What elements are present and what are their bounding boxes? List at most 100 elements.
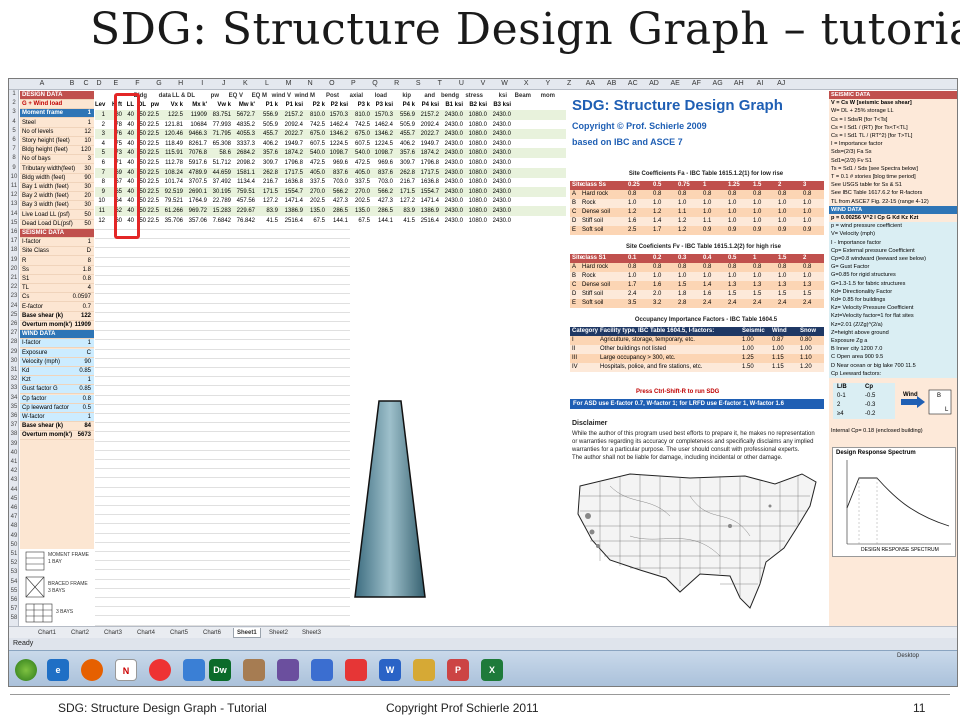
column-label[interactable]: G [148, 80, 170, 87]
row-number[interactable]: 4 [9, 119, 19, 125]
row-number[interactable]: 40 [9, 450, 19, 456]
row-number[interactable]: 46 [9, 505, 19, 511]
row-number[interactable]: 25 [9, 312, 19, 318]
row-number[interactable]: 15 [9, 220, 19, 226]
app-icon[interactable] [183, 659, 205, 681]
row-number[interactable]: 38 [9, 431, 19, 437]
row-number[interactable]: 50 [9, 542, 19, 548]
column-label[interactable]: Q [364, 80, 386, 87]
row-number[interactable]: 3 [9, 109, 19, 115]
powerpoint-icon[interactable]: P [447, 659, 469, 681]
row-number[interactable]: 20 [9, 266, 19, 272]
folder-icon[interactable] [413, 659, 435, 681]
row-number[interactable]: 57 [9, 606, 19, 612]
column-label[interactable]: F [127, 80, 149, 87]
paint-icon[interactable] [243, 659, 265, 681]
sheet-tab[interactable]: Chart1 [35, 628, 59, 638]
row-number[interactable]: 23 [9, 293, 19, 299]
column-label[interactable]: Y [537, 80, 559, 87]
row-number[interactable]: 2 [9, 100, 19, 106]
row-number[interactable]: 7 [9, 146, 19, 152]
row-number[interactable]: 35 [9, 404, 19, 410]
column-label[interactable]: V [472, 80, 494, 87]
row-number[interactable]: 5 [9, 128, 19, 134]
row-number[interactable]: 53 [9, 569, 19, 575]
row-number[interactable]: 13 [9, 201, 19, 207]
column-label[interactable]: AA [580, 80, 601, 87]
column-label[interactable]: I [191, 80, 213, 87]
word-icon[interactable]: W [379, 659, 401, 681]
column-label[interactable]: X [515, 80, 537, 87]
row-number[interactable]: 31 [9, 367, 19, 373]
excel-icon[interactable]: X [481, 659, 503, 681]
column-label[interactable]: AC [622, 80, 643, 87]
row-number[interactable]: 47 [9, 514, 19, 520]
row-number[interactable]: 44 [9, 487, 19, 493]
row-number[interactable]: 21 [9, 275, 19, 281]
row-number[interactable]: 18 [9, 247, 19, 253]
row-number[interactable]: 43 [9, 477, 19, 483]
column-label[interactable]: E [105, 80, 127, 87]
row-number[interactable]: 22 [9, 284, 19, 290]
sheet-tab[interactable]: Chart4 [134, 628, 158, 638]
column-label[interactable]: AG [707, 80, 728, 87]
column-label[interactable]: K [235, 80, 257, 87]
row-number[interactable]: 51 [9, 551, 19, 557]
row-number[interactable]: 52 [9, 560, 19, 566]
row-number[interactable]: 9 [9, 165, 19, 171]
column-label[interactable]: J [213, 80, 235, 87]
row-number[interactable]: 26 [9, 321, 19, 327]
sheet-tab[interactable]: Chart5 [167, 628, 191, 638]
row-number[interactable]: 30 [9, 358, 19, 364]
column-label[interactable]: T [429, 80, 451, 87]
column-label[interactable]: H [170, 80, 192, 87]
sheet-tab[interactable]: Sheet2 [266, 628, 291, 638]
column-label[interactable]: B [65, 80, 79, 87]
column-label[interactable]: R [386, 80, 408, 87]
sheet-tab[interactable]: Chart2 [68, 628, 92, 638]
row-number[interactable]: 42 [9, 468, 19, 474]
chrome-icon[interactable] [149, 659, 171, 681]
row-number[interactable]: 6 [9, 137, 19, 143]
column-label[interactable]: AH [728, 80, 749, 87]
maps-icon[interactable] [311, 659, 333, 681]
column-label[interactable]: S [407, 80, 429, 87]
sheet-tab[interactable]: Sheet3 [299, 628, 324, 638]
row-number[interactable]: 14 [9, 211, 19, 217]
firefox-icon[interactable] [81, 659, 103, 681]
acrobat-icon[interactable] [345, 659, 367, 681]
row-number[interactable]: 34 [9, 395, 19, 401]
row-number[interactable]: 55 [9, 588, 19, 594]
row-number[interactable]: 41 [9, 459, 19, 465]
column-label[interactable]: AI [749, 80, 770, 87]
row-number[interactable]: 19 [9, 257, 19, 263]
ie-icon[interactable]: e [47, 659, 69, 681]
row-number[interactable]: 54 [9, 579, 19, 585]
row-number[interactable]: 49 [9, 533, 19, 539]
column-label[interactable]: Z [559, 80, 580, 87]
column-label[interactable]: AE [665, 80, 686, 87]
row-number[interactable]: 28 [9, 339, 19, 345]
row-number[interactable]: 16 [9, 229, 19, 235]
row-number[interactable]: 12 [9, 192, 19, 198]
column-label[interactable]: AF [686, 80, 707, 87]
row-number[interactable]: 56 [9, 597, 19, 603]
row-number[interactable]: 29 [9, 349, 19, 355]
column-label[interactable]: P [343, 80, 365, 87]
column-label[interactable]: N [299, 80, 321, 87]
column-label[interactable]: AJ [771, 80, 792, 87]
row-number[interactable]: 48 [9, 523, 19, 529]
column-label[interactable]: L [256, 80, 278, 87]
column-label[interactable]: AB [601, 80, 622, 87]
media-icon[interactable] [277, 659, 299, 681]
row-number[interactable]: 45 [9, 496, 19, 502]
desktop-label[interactable]: Desktop [897, 653, 919, 659]
column-label[interactable]: O [321, 80, 343, 87]
column-label[interactable]: AD [643, 80, 664, 87]
row-number[interactable]: 32 [9, 376, 19, 382]
row-number[interactable]: 1 [9, 91, 19, 97]
start-icon[interactable] [15, 659, 37, 681]
row-number[interactable]: 39 [9, 441, 19, 447]
row-number[interactable]: 33 [9, 385, 19, 391]
sheet-tab[interactable]: Chart3 [101, 628, 125, 638]
